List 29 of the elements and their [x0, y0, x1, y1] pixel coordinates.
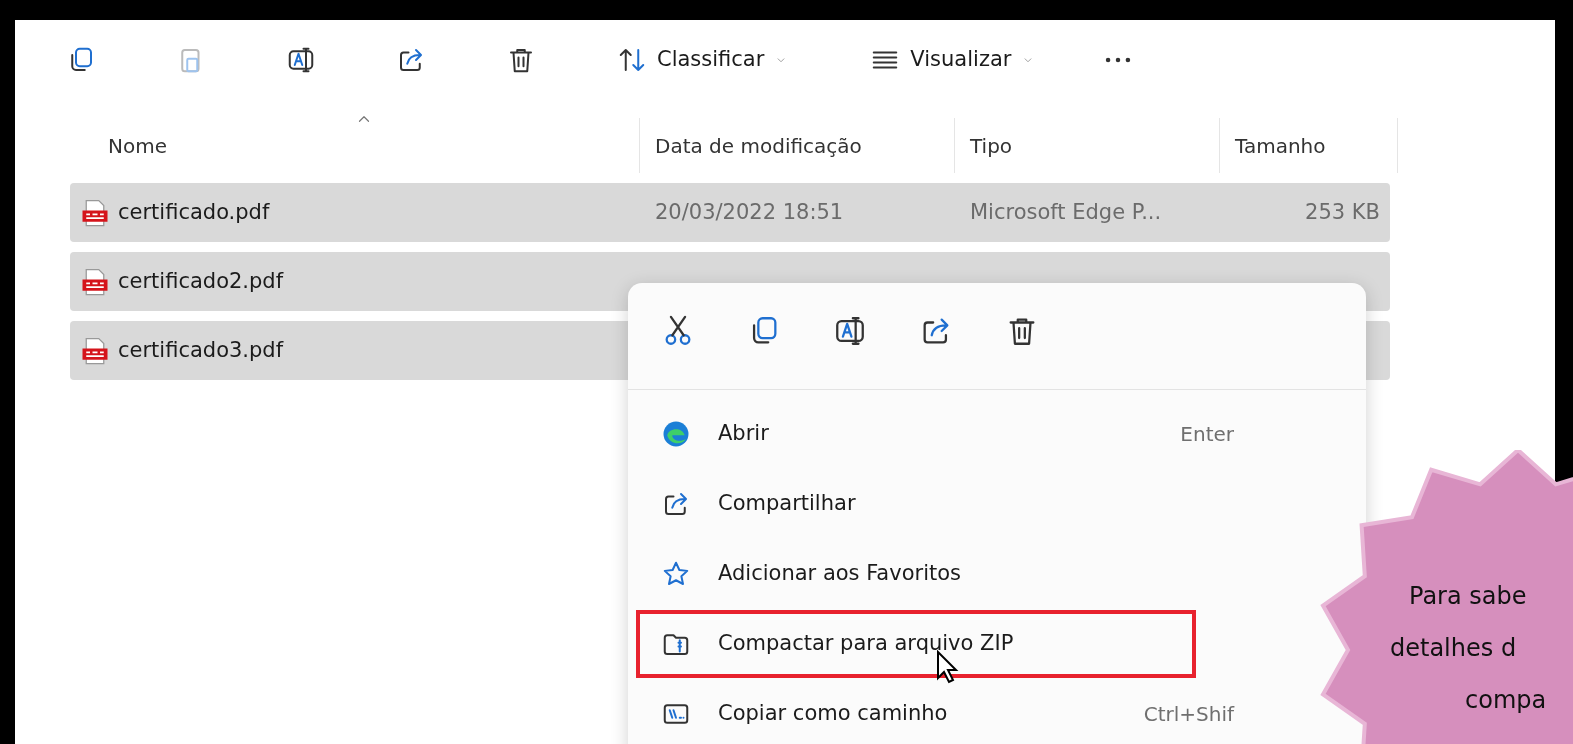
file-row[interactable]: certificado.pdf 20/03/2022 18:51 Microsoft Edge P... 253 KB — [70, 183, 1390, 242]
callout-text: compa — [1465, 685, 1547, 716]
callout-text: Para sabe — [1409, 581, 1527, 612]
rename-icon[interactable] — [833, 314, 867, 348]
view-button[interactable]: Visualizar — [864, 40, 1042, 80]
sort-button[interactable]: Classificar — [611, 40, 795, 80]
menu-item[interactable]: Compartilhar — [636, 470, 1306, 538]
shortcut-text: Enter — [1180, 421, 1234, 448]
callout-text: detalhes d — [1390, 633, 1517, 664]
column-header[interactable]: Tamanho — [1220, 118, 1398, 173]
pdf-file-icon — [80, 197, 110, 228]
file-name: certificado.pdf — [118, 198, 270, 226]
type-cell: Microsoft Edge P... — [970, 199, 1162, 224]
rename-icon[interactable] — [286, 45, 316, 75]
shortcut-text: Ctrl+Shif — [1143, 701, 1234, 728]
file-name: certificado2.pdf — [118, 267, 284, 295]
pdf-file-icon — [80, 266, 110, 297]
menu-item[interactable]: Adicionar aos Favoritos — [636, 540, 1306, 608]
column-header[interactable]: Nome — [70, 118, 640, 173]
menu-item[interactable]: Compactar para arquivo ZIP — [636, 610, 1306, 678]
pdf-file-icon — [80, 335, 110, 366]
size-cell: 253 KB — [1305, 199, 1380, 224]
browser-icon — [661, 419, 691, 449]
menu-item[interactable]: Copiar como caminho Ctrl+Shif — [636, 680, 1306, 744]
file-name: certificado3.pdf — [118, 336, 284, 364]
column-header[interactable]: Data de modificação — [640, 118, 955, 173]
column-header[interactable]: Tipo — [955, 118, 1220, 173]
date-cell: 20/03/2022 18:51 — [655, 199, 844, 224]
menu-item[interactable]: Abrir Enter — [636, 400, 1306, 468]
